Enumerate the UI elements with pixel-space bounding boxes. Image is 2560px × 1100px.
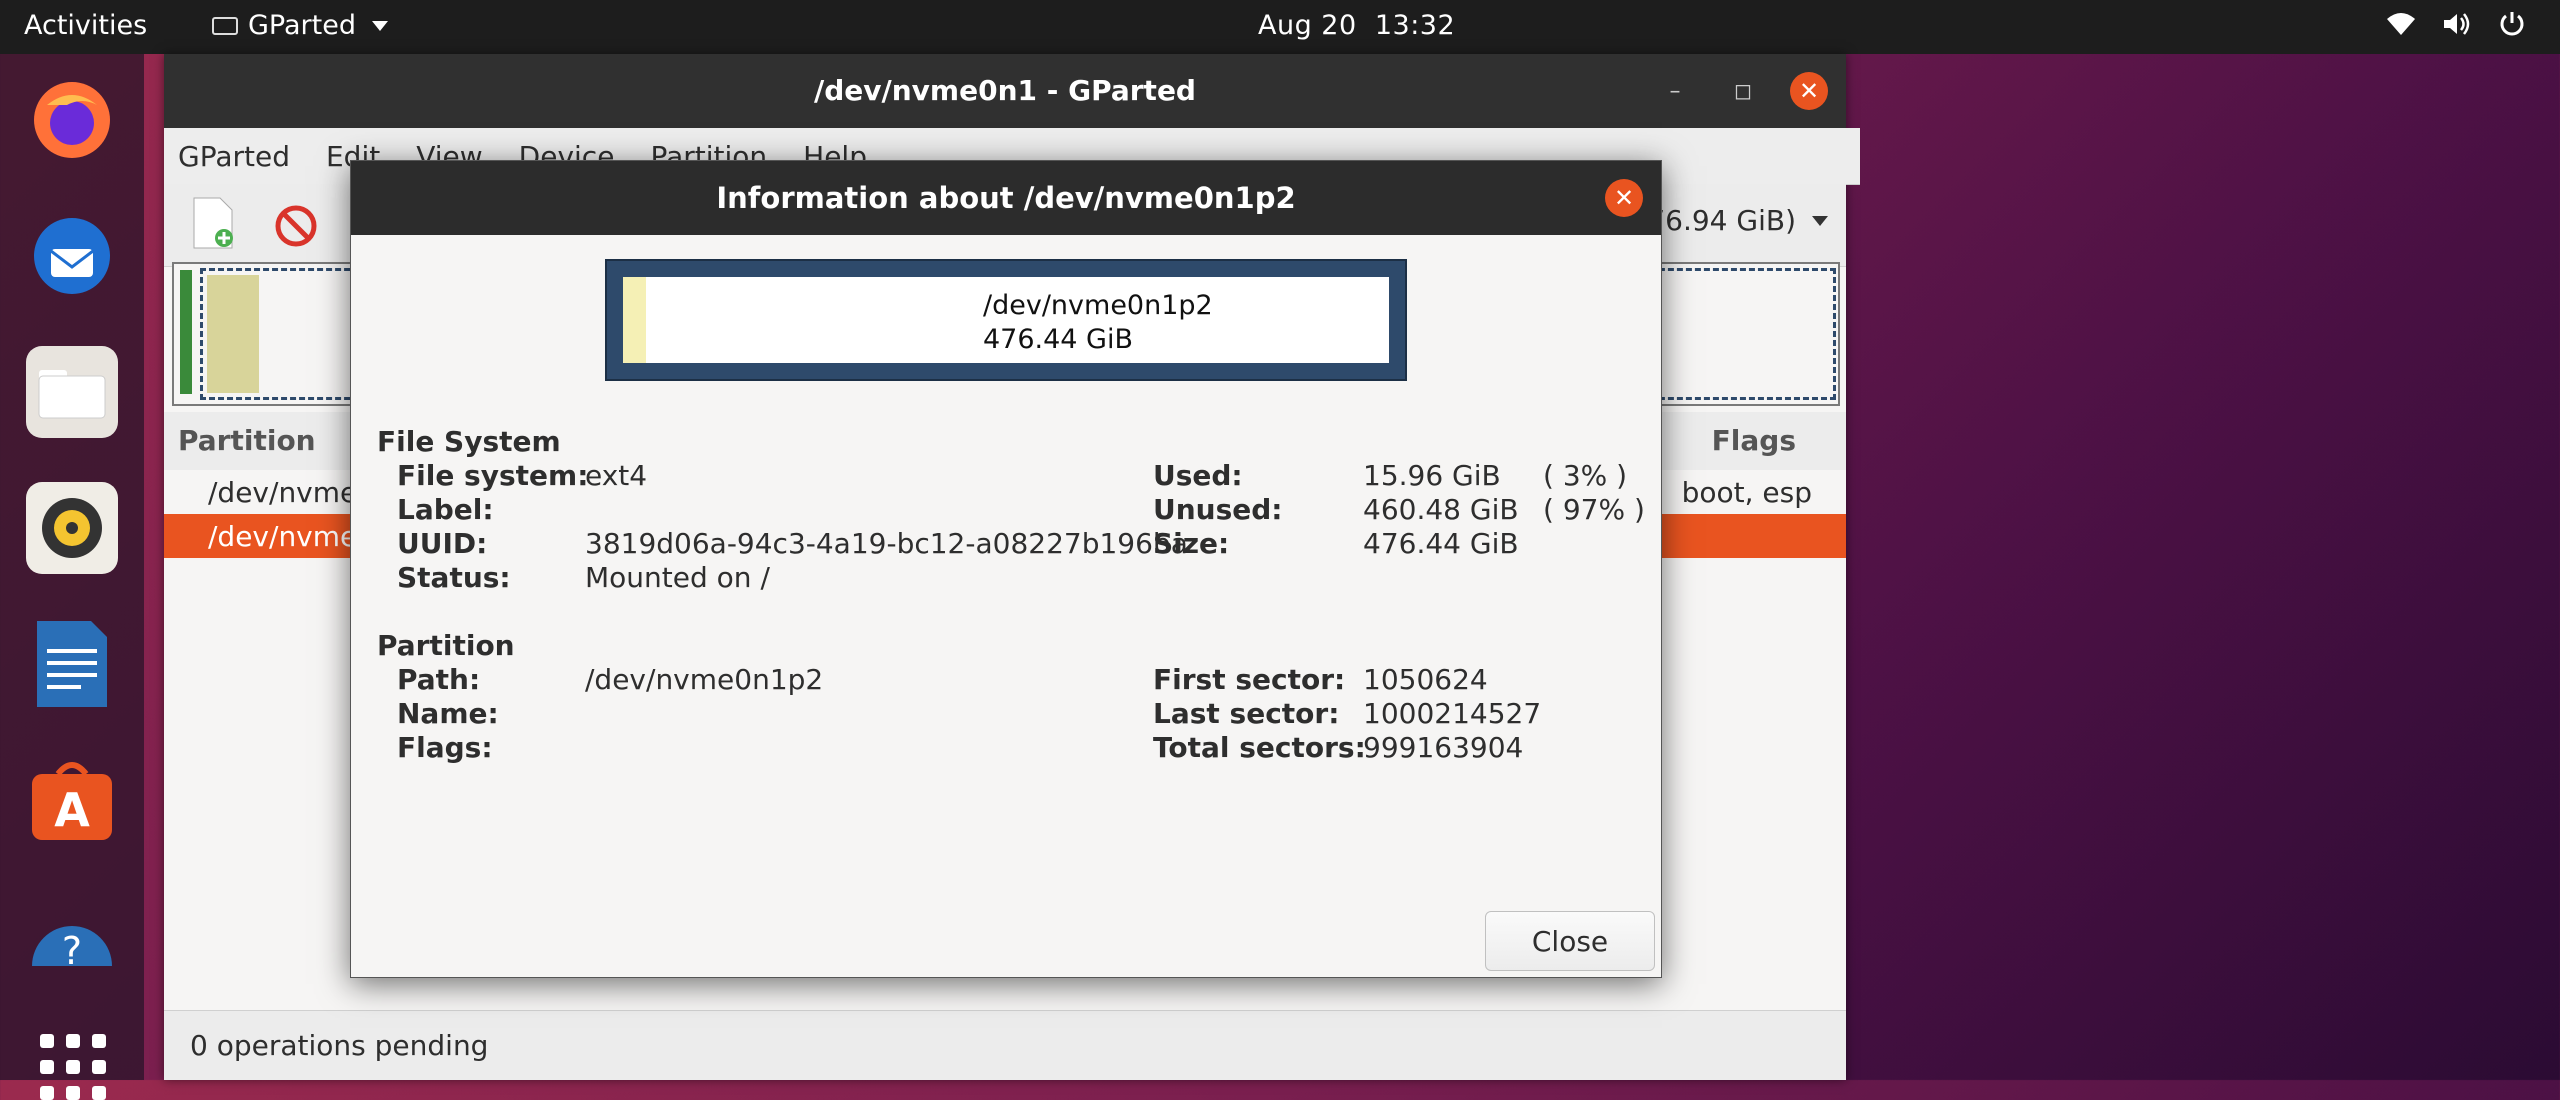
value-used-percent: ( 3% ) — [1543, 459, 1628, 492]
delete-icon[interactable] — [274, 204, 318, 248]
value-path: /dev/nvme0n1p2 — [585, 663, 824, 696]
volume-icon — [2444, 13, 2470, 35]
disk-map-used-space — [207, 275, 259, 393]
system-tray[interactable] — [2386, 10, 2526, 38]
label-total-sectors: Total sectors: — [1153, 731, 1366, 764]
section-file-system: File System — [377, 425, 561, 458]
column-flags[interactable]: Flags — [1712, 424, 1796, 457]
partition-map: /dev/nvme0n1p2 476.44 GiB — [605, 259, 1407, 381]
clock-time: 13:32 — [1374, 10, 1456, 41]
svg-text:A: A — [54, 783, 90, 837]
status-bar: 0 operations pending — [164, 1010, 1846, 1080]
partition-map-size: 476.44 GiB — [983, 324, 1134, 355]
chevron-down-icon — [371, 20, 388, 31]
clock-date: Aug 20 — [1258, 10, 1357, 41]
label-path: Path: — [397, 663, 481, 696]
wifi-icon — [2387, 13, 2415, 35]
column-partition[interactable]: Partition — [178, 424, 316, 457]
value-total-sectors: 999163904 — [1363, 731, 1524, 764]
label-file-system: File system: — [397, 459, 589, 492]
value-status: Mounted on / — [585, 561, 770, 594]
close-button[interactable]: Close — [1485, 911, 1655, 971]
row-flags: boot, esp — [1681, 476, 1812, 509]
label-flags: Flags: — [397, 731, 493, 764]
new-partition-icon[interactable] — [192, 196, 236, 250]
window-close-button[interactable]: ✕ — [1790, 72, 1828, 110]
row-path: /dev/nvme — [208, 520, 358, 553]
window-title: /dev/nvme0n1 - GParted — [164, 54, 1846, 128]
value-unused-percent: ( 97% ) — [1543, 493, 1645, 526]
rhythmbox-icon[interactable] — [26, 482, 118, 574]
information-dialog: Information about /dev/nvme0n1p2 ✕ /dev/… — [350, 160, 1662, 978]
dialog-close-icon[interactable]: ✕ — [1605, 179, 1643, 217]
section-partition: Partition — [377, 629, 515, 662]
files-icon[interactable] — [26, 346, 118, 438]
value-first-sector: 1050624 — [1363, 663, 1488, 696]
maximize-icon[interactable]: ◻ — [1724, 72, 1762, 110]
app-menu-label: GParted — [248, 10, 356, 41]
label-label: Label: — [397, 493, 494, 526]
partition-map-inner: /dev/nvme0n1p2 476.44 GiB — [623, 277, 1389, 363]
value-last-sector: 1000214527 — [1363, 697, 1542, 730]
disk-map-efi-partition[interactable] — [180, 270, 192, 394]
label-used: Used: — [1153, 459, 1243, 492]
label-size: Size: — [1153, 527, 1230, 560]
value-used: 15.96 GiB — [1363, 459, 1501, 492]
label-uuid: UUID: — [397, 527, 488, 560]
value-file-system: ext4 — [585, 459, 648, 492]
software-center-icon[interactable]: A — [26, 754, 118, 846]
firefox-icon[interactable] — [26, 74, 118, 166]
minimize-icon[interactable]: – — [1656, 72, 1694, 110]
thunderbird-icon[interactable] — [26, 210, 118, 302]
partition-map-used — [623, 277, 646, 363]
app-menu[interactable]: GParted — [212, 10, 388, 41]
drive-icon — [212, 16, 238, 35]
menu-gparted[interactable]: GParted — [178, 140, 290, 173]
chevron-down-icon — [1812, 215, 1828, 226]
clock[interactable]: Aug 20 13:32 — [1258, 10, 1455, 41]
value-uuid: 3819d06a-94c3-4a19-bc12-a08227b196ba — [585, 527, 1188, 560]
label-last-sector: Last sector: — [1153, 697, 1340, 730]
value-size: 476.44 GiB — [1363, 527, 1519, 560]
dock: A ? — [0, 54, 144, 1100]
label-name: Name: — [397, 697, 499, 730]
activities-button[interactable]: Activities — [24, 10, 147, 41]
value-unused: 460.48 GiB — [1363, 493, 1519, 526]
libreoffice-writer-icon[interactable] — [26, 618, 118, 710]
row-path: /dev/nvme — [208, 476, 358, 509]
help-icon[interactable]: ? — [26, 890, 118, 982]
svg-text:?: ? — [62, 929, 82, 966]
label-status: Status: — [397, 561, 511, 594]
top-bar: Activities GParted Aug 20 13:32 — [0, 0, 2560, 54]
partition-map-name: /dev/nvme0n1p2 — [983, 290, 1213, 321]
show-applications-icon[interactable] — [40, 1034, 106, 1100]
partition-map-text: /dev/nvme0n1p2 476.44 GiB — [983, 289, 1213, 357]
label-unused: Unused: — [1153, 493, 1283, 526]
label-first-sector: First sector: — [1153, 663, 1346, 696]
dialog-title: Information about /dev/nvme0n1p2 — [351, 161, 1661, 235]
power-icon — [2500, 12, 2524, 36]
